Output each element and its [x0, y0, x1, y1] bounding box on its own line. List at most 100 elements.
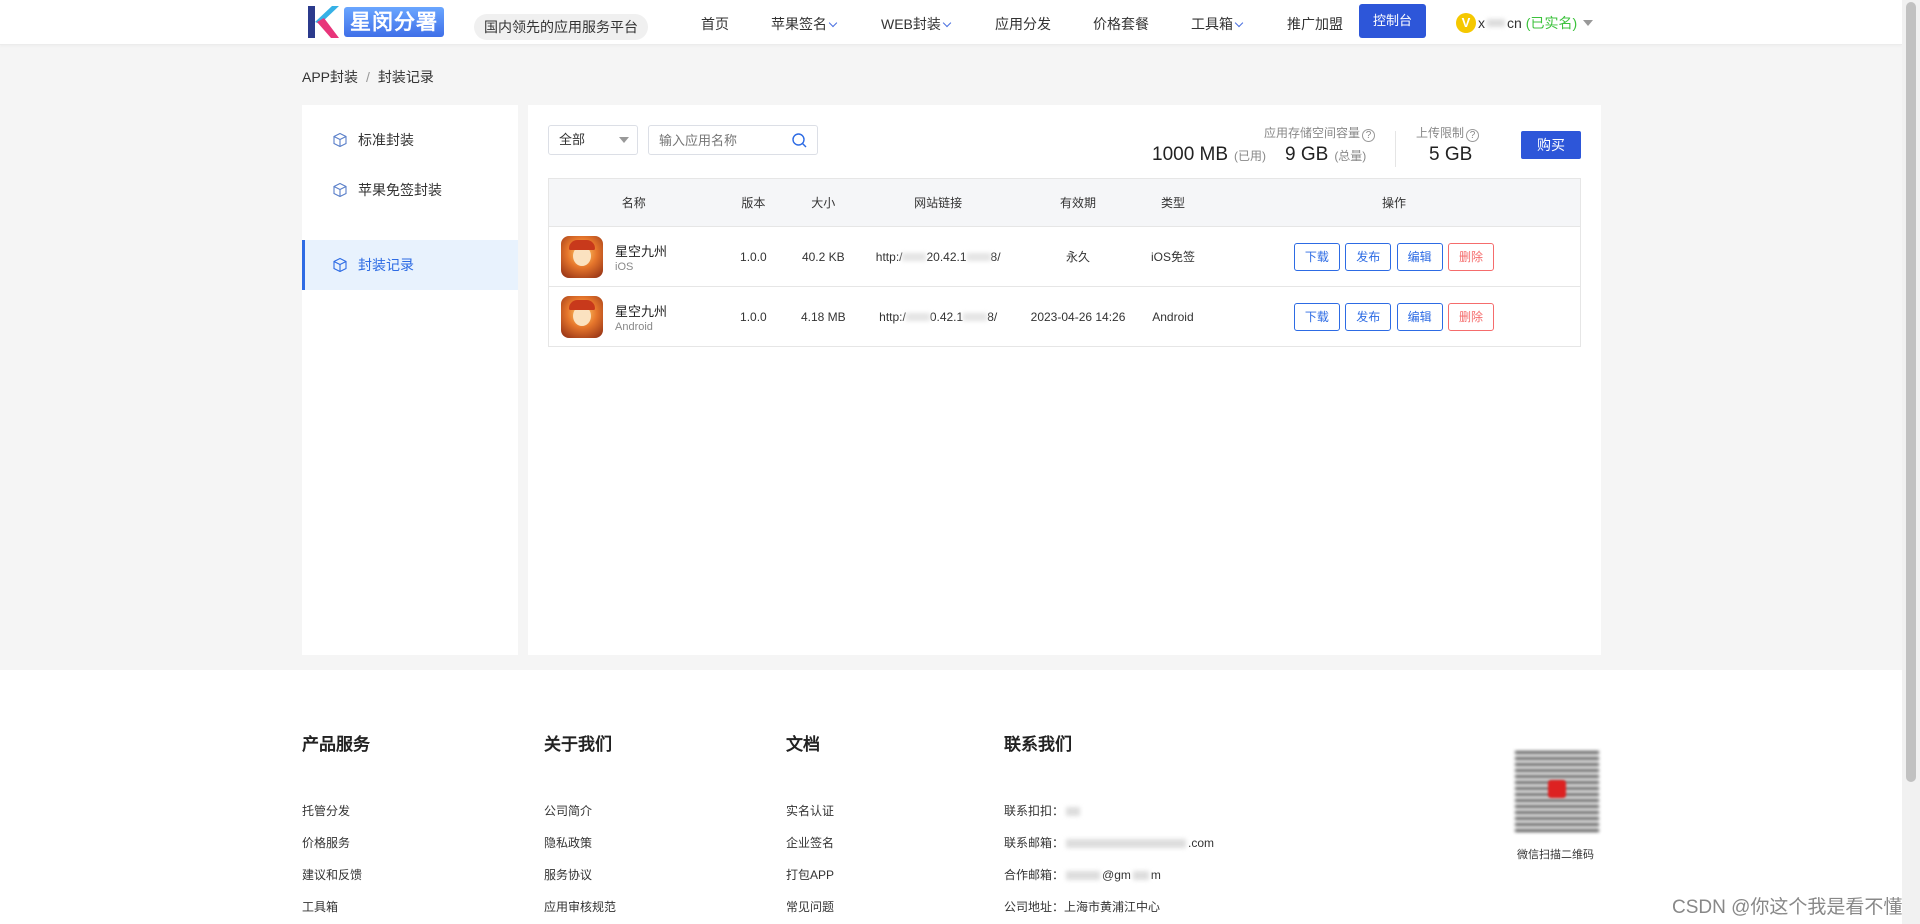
nav-app-distribution[interactable]: 应用分发 — [995, 14, 1051, 34]
footer-link[interactable]: 价格服务 — [302, 835, 370, 867]
nav-apple-sign[interactable]: 苹果签名 — [771, 14, 838, 34]
app-icon — [561, 235, 603, 278]
breadcrumb-root[interactable]: APP封装 — [302, 69, 358, 85]
footer-about-title: 关于我们 — [544, 735, 612, 754]
url-part: 8/ — [990, 249, 1001, 264]
sidebar-item-label: 封装记录 — [358, 257, 414, 273]
nav-web-wrap[interactable]: WEB封装 — [881, 14, 952, 34]
logo-text: 星闵分署 — [344, 7, 444, 37]
table-row: 星空九州 Android 1.0.0 4.18 MB http:/ 0.42.1 8… — [548, 286, 1581, 347]
verified-status: (已实名) — [1525, 15, 1578, 31]
breadcrumb-current: 封装记录 — [377, 69, 434, 85]
platform-filter-select[interactable]: 全部 — [548, 125, 638, 155]
nav-toolbox[interactable]: 工具箱 — [1191, 14, 1244, 34]
nav-partner[interactable]: 推广加盟 — [1287, 14, 1343, 34]
storage-used-value: 1000 MB — [1152, 144, 1229, 165]
nav-app-distribution-label: 应用分发 — [995, 16, 1051, 32]
footer-link[interactable]: 工具箱 — [302, 899, 370, 924]
storage-used: 1000 MB (已用) — [1152, 144, 1266, 166]
footer-link[interactable]: 公司简介 — [544, 803, 616, 835]
footer-link[interactable]: 托管分发 — [302, 803, 370, 835]
site-logo[interactable]: 星闵分署 — [304, 4, 444, 40]
publish-button[interactable]: 发布 — [1345, 302, 1392, 331]
sidebar-item-label: 苹果免签封装 — [358, 182, 442, 198]
footer-link[interactable]: 企业签名 — [786, 835, 834, 867]
delete-button[interactable]: 删除 — [1447, 242, 1494, 271]
nav-home[interactable]: 首页 — [701, 14, 729, 34]
chevron-down-icon — [1234, 18, 1244, 28]
edit-button[interactable]: 编辑 — [1396, 302, 1443, 331]
download-button[interactable]: 下载 — [1293, 302, 1340, 331]
redacted — [1132, 871, 1149, 881]
storage-total-value: 9 GB — [1285, 144, 1329, 165]
buy-button[interactable]: 购买 — [1521, 131, 1581, 159]
csdn-watermark: CSDN @你这个我是看不懂 — [1672, 897, 1903, 918]
column-header-name: 名称 — [548, 178, 719, 227]
sidebar-item-apple-free-wrap[interactable]: 苹果免签封装 — [302, 165, 518, 215]
column-header-type: 类型 — [1137, 178, 1208, 227]
stats-divider — [1395, 131, 1396, 167]
cell-actions: 下载 发布 编辑 删除 — [1207, 226, 1581, 287]
footer-docs-title: 文档 — [786, 735, 820, 754]
contact-address-label: 公司地址： — [1004, 900, 1065, 914]
footer-link[interactable]: 打包APP — [786, 867, 834, 899]
cube-icon — [333, 257, 347, 273]
url-part: http:/ — [879, 309, 906, 324]
nav-home-label: 首页 — [701, 16, 729, 32]
app-icon — [561, 295, 603, 338]
delete-button[interactable]: 删除 — [1447, 302, 1494, 331]
contact-email: 联系邮箱： .com — [1004, 835, 1214, 867]
cell-size: 40.2 KB — [788, 226, 859, 287]
records-table: 名称 版本 大小 网站链接 有效期 类型 操作 星空九州 iOS 1.0.0 4… — [548, 178, 1581, 347]
storage-label: 应用存储空间容量? — [1264, 124, 1376, 142]
url-part: http:/ — [875, 249, 903, 264]
column-header-url: 网站链接 — [858, 178, 1019, 227]
help-icon[interactable]: ? — [1466, 129, 1480, 142]
storage-total: 9 GB (总量) — [1285, 144, 1366, 166]
footer-about: 关于我们 公司简介 隐私政策 服务协议 应用审核规范 — [544, 730, 616, 924]
cell-type: iOS免签 — [1137, 226, 1208, 287]
footer-link[interactable]: 应用审核规范 — [544, 899, 616, 924]
sidebar-item-standard-wrap[interactable]: 标准封装 — [302, 115, 518, 165]
chevron-down-icon — [828, 18, 838, 28]
app-platform: iOS — [615, 260, 634, 273]
cube-icon — [333, 182, 347, 198]
storage-label-text: 应用存储空间容量 — [1264, 126, 1361, 140]
column-header-actions: 操作 — [1207, 178, 1581, 227]
redacted — [1066, 807, 1081, 817]
console-button[interactable]: 控制台 — [1359, 4, 1426, 38]
username-end: cn — [1507, 15, 1522, 31]
footer-link[interactable]: 实名认证 — [786, 803, 834, 835]
cell-app: 星空九州 Android — [548, 286, 719, 347]
url-part: 20.42.1 — [926, 249, 967, 264]
nav-pricing[interactable]: 价格套餐 — [1093, 14, 1149, 34]
sidebar-item-records[interactable]: 封装记录 — [302, 240, 518, 290]
publish-button[interactable]: 发布 — [1345, 242, 1392, 271]
caret-down-icon — [619, 137, 629, 143]
nav-apple-sign-label: 苹果签名 — [771, 16, 827, 32]
cell-url[interactable]: http:/ 20.42.1 8/ — [858, 226, 1019, 287]
footer-link[interactable]: 隐私政策 — [544, 835, 616, 867]
download-button[interactable]: 下载 — [1293, 242, 1340, 271]
table-row: 星空九州 iOS 1.0.0 40.2 KB http:/ 20.42.1 8/ 永… — [548, 226, 1581, 287]
help-icon[interactable]: ? — [1362, 129, 1376, 142]
logo-k-icon — [308, 6, 339, 38]
scrollbar-thumb[interactable] — [1906, 2, 1916, 782]
edit-button[interactable]: 编辑 — [1396, 242, 1443, 271]
contact-coop-label: 合作邮箱： — [1004, 868, 1065, 882]
cell-url[interactable]: http:/ 0.42.1 8/ — [858, 286, 1019, 347]
contact-qq-label: 联系扣扣： — [1004, 804, 1065, 818]
site-slogan: 国内领先的应用服务平台 — [474, 14, 648, 40]
footer-link[interactable]: 服务协议 — [544, 867, 616, 899]
username-start: x — [1478, 15, 1485, 31]
user-menu[interactable]: V x cn (已实名) — [1456, 13, 1594, 33]
url-part: 0.42.1 — [929, 309, 964, 324]
footer-link[interactable]: 建议和反馈 — [302, 867, 370, 899]
cube-icon — [333, 132, 347, 148]
footer-link[interactable]: 常见问题 — [786, 899, 834, 924]
search-icon[interactable] — [791, 132, 808, 149]
nav-pricing-label: 价格套餐 — [1093, 16, 1149, 32]
page-scrollbar[interactable] — [1902, 0, 1920, 924]
top-navbar: 星闵分署 国内领先的应用服务平台 首页 苹果签名 WEB封装 应用分发 价格套餐… — [0, 0, 1902, 45]
cell-version: 1.0.0 — [718, 286, 789, 347]
